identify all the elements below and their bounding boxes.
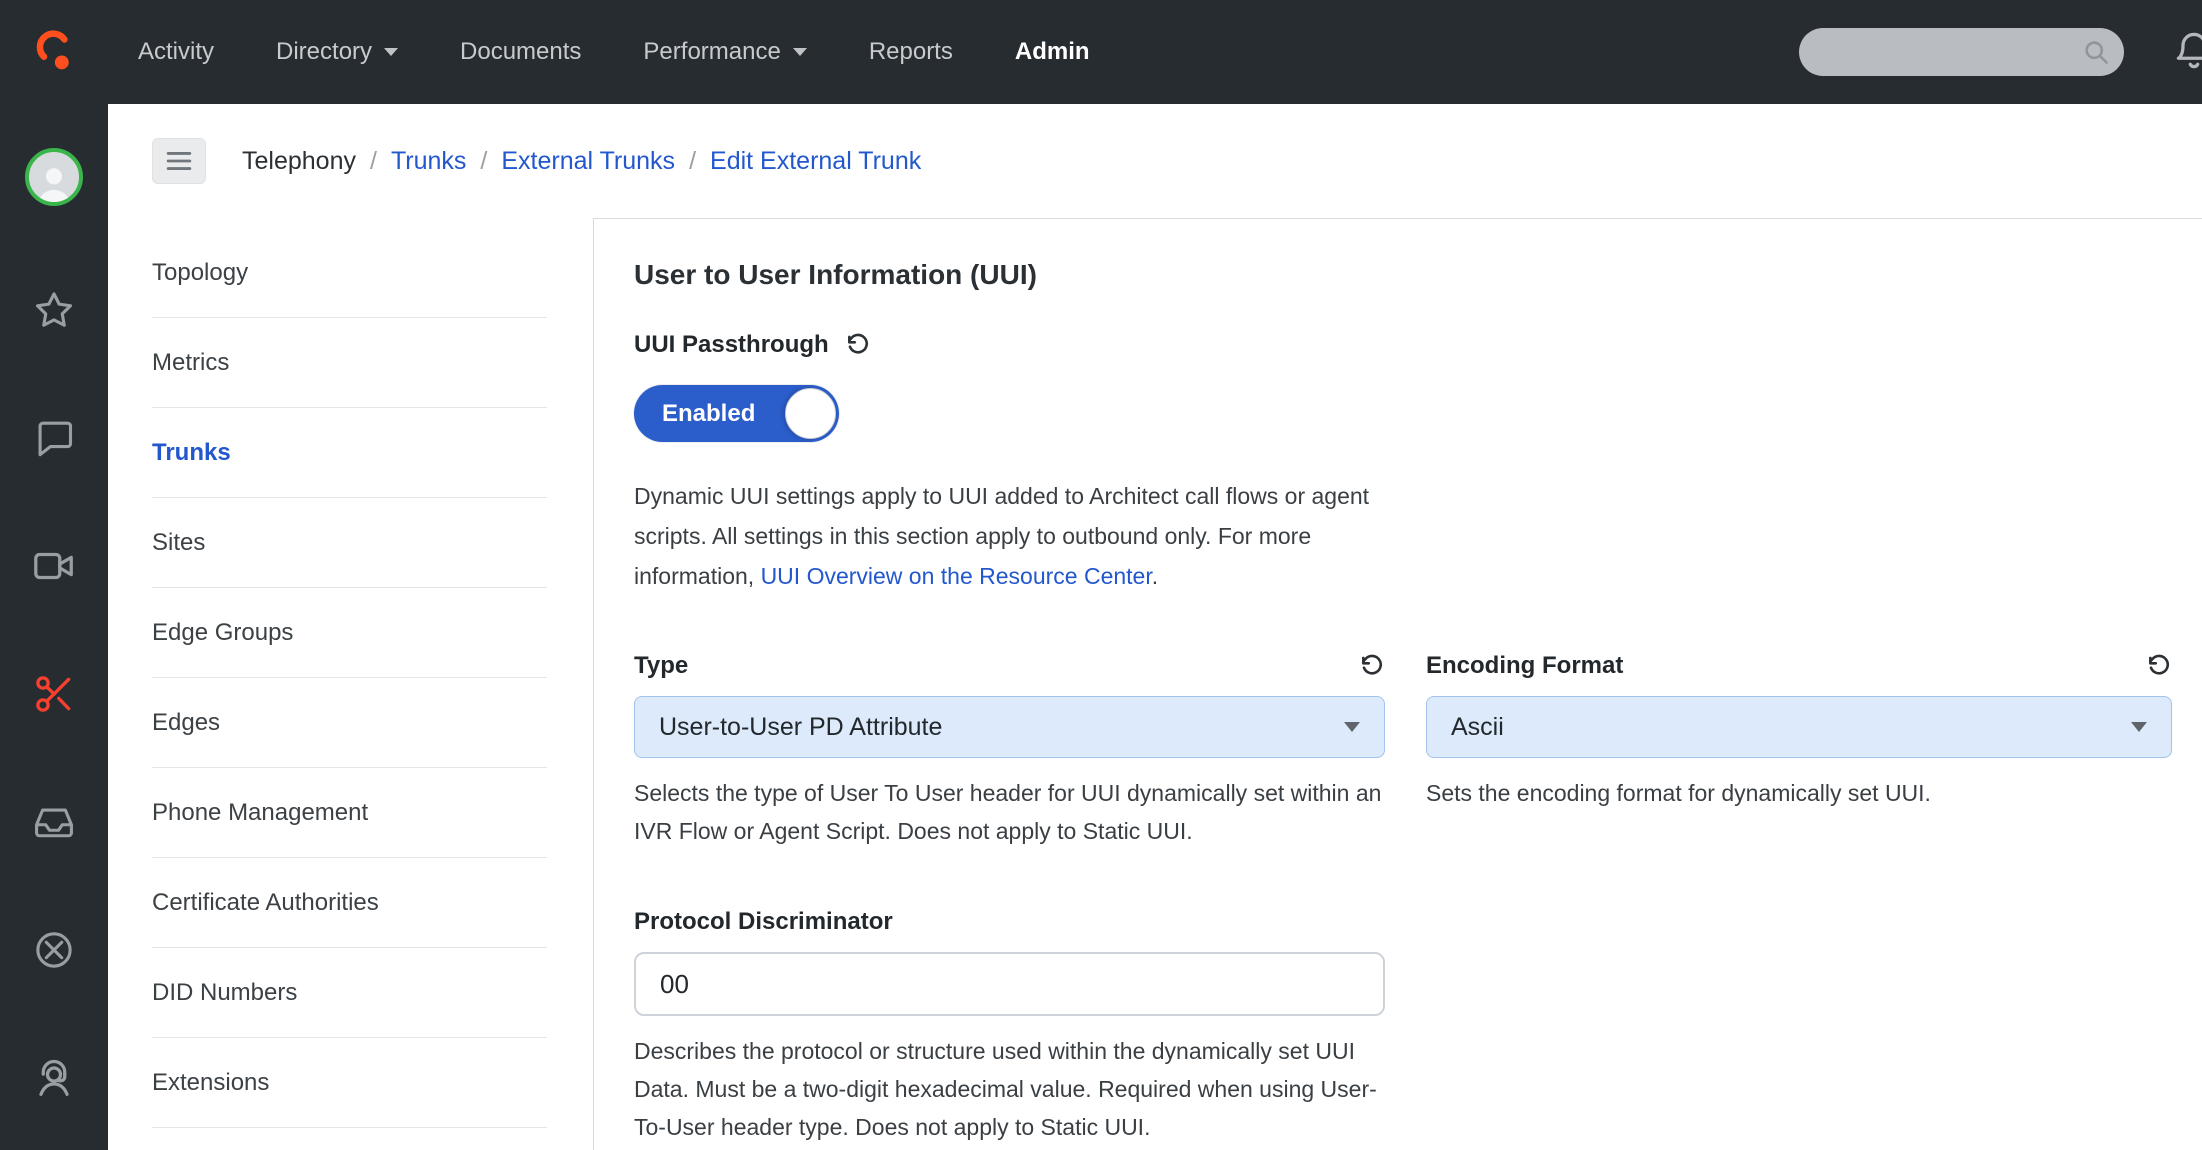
breadcrumb-item-edit-external-trunk[interactable]: Edit External Trunk bbox=[710, 147, 921, 176]
sidebar-item-certificate-authorities[interactable]: Certificate Authorities bbox=[108, 858, 593, 948]
sidebar-item-trunks[interactable]: Trunks bbox=[108, 408, 593, 498]
nav-item-reports[interactable]: Reports bbox=[869, 38, 953, 66]
breadcrumb-separator: / bbox=[689, 147, 696, 176]
toggle-state-label: Enabled bbox=[662, 385, 755, 442]
breadcrumb-separator: / bbox=[370, 147, 377, 176]
person-icon bbox=[31, 162, 77, 202]
type-label: Type bbox=[634, 652, 688, 680]
search-input[interactable] bbox=[1799, 28, 2124, 76]
global-search bbox=[1799, 28, 2124, 76]
reset-icon[interactable] bbox=[1359, 653, 1385, 679]
uui-overview-link[interactable]: UUI Overview on the Resource Center bbox=[761, 563, 1152, 589]
breadcrumb-item-trunks[interactable]: Trunks bbox=[391, 147, 466, 176]
encoding-label: Encoding Format bbox=[1426, 652, 1623, 680]
breadcrumb-item-telephony: Telephony bbox=[242, 147, 356, 176]
primary-nav: Activity Directory Documents Performance… bbox=[138, 38, 1090, 66]
nav-item-directory[interactable]: Directory bbox=[276, 38, 398, 66]
main-panel: User to User Information (UUI) UUI Passt… bbox=[594, 218, 2202, 1150]
inbox-icon[interactable] bbox=[30, 798, 78, 846]
telephony-sidebar: Topology Metrics Trunks Sites Edge Group… bbox=[108, 218, 594, 1150]
user-avatar[interactable] bbox=[25, 148, 83, 206]
top-nav-bar: Activity Directory Documents Performance… bbox=[0, 0, 2202, 104]
chat-icon[interactable] bbox=[30, 414, 78, 462]
sidebar-item-edge-groups[interactable]: Edge Groups bbox=[108, 588, 593, 678]
nav-item-admin[interactable]: Admin bbox=[1015, 38, 1090, 66]
hamburger-icon bbox=[166, 150, 192, 172]
uui-fields-row: Type User-to-User PD Attribute Selects t… bbox=[634, 652, 2172, 850]
chevron-down-icon bbox=[793, 48, 807, 56]
menu-toggle-button[interactable] bbox=[152, 138, 206, 184]
uui-passthrough-toggle[interactable]: Enabled bbox=[634, 385, 839, 442]
content-area: Topology Metrics Trunks Sites Edge Group… bbox=[108, 218, 2202, 1150]
chevron-down-icon bbox=[384, 48, 398, 56]
toggle-knob[interactable] bbox=[785, 388, 836, 439]
app-window: Activity Directory Documents Performance… bbox=[0, 0, 2202, 1150]
sidebar-item-edges[interactable]: Edges bbox=[108, 678, 593, 768]
sidebar-item-sites[interactable]: Sites bbox=[108, 498, 593, 588]
scissors-icon[interactable] bbox=[30, 670, 78, 718]
chevron-down-icon bbox=[1344, 722, 1360, 732]
encoding-help-text: Sets the encoding format for dynamically… bbox=[1426, 774, 2172, 812]
nav-item-documents[interactable]: Documents bbox=[460, 38, 581, 66]
favorites-star-icon[interactable] bbox=[30, 286, 78, 334]
breadcrumb-separator: / bbox=[480, 147, 487, 176]
sidebar-item-phone-management[interactable]: Phone Management bbox=[108, 768, 593, 858]
nav-item-activity[interactable]: Activity bbox=[138, 38, 214, 66]
nav-item-performance[interactable]: Performance bbox=[643, 38, 806, 66]
encoding-select-value: Ascii bbox=[1451, 713, 1504, 742]
protocol-discriminator-field: Protocol Discriminator Describes the pro… bbox=[634, 908, 1394, 1146]
page-title: User to User Information (UUI) bbox=[634, 259, 2172, 291]
breadcrumb: Telephony / Trunks / External Trunks / E… bbox=[242, 147, 921, 176]
encoding-select[interactable]: Ascii bbox=[1426, 696, 2172, 758]
sidebar-item-did-numbers[interactable]: DID Numbers bbox=[108, 948, 593, 1038]
reset-icon[interactable] bbox=[845, 332, 871, 358]
protocol-discriminator-label: Protocol Discriminator bbox=[634, 908, 1394, 936]
uui-passthrough-row: UUI Passthrough bbox=[634, 331, 2172, 359]
agent-headset-icon[interactable] bbox=[30, 1054, 78, 1102]
protocol-help-text: Describes the protocol or structure used… bbox=[634, 1032, 1394, 1146]
left-icon-rail bbox=[0, 104, 108, 1150]
sidebar-item-topology[interactable]: Topology bbox=[108, 228, 593, 318]
type-field: Type User-to-User PD Attribute Selects t… bbox=[634, 652, 1385, 850]
uui-description: Dynamic UUI settings apply to UUI added … bbox=[634, 476, 1382, 596]
type-select-value: User-to-User PD Attribute bbox=[659, 713, 942, 742]
sidebar-item-metrics[interactable]: Metrics bbox=[108, 318, 593, 408]
sidebar-item-extensions[interactable]: Extensions bbox=[108, 1038, 593, 1128]
uui-passthrough-label: UUI Passthrough bbox=[634, 331, 829, 359]
breadcrumb-item-external-trunks[interactable]: External Trunks bbox=[501, 147, 675, 176]
type-select[interactable]: User-to-User PD Attribute bbox=[634, 696, 1385, 758]
video-icon[interactable] bbox=[30, 542, 78, 590]
genesys-logo-icon bbox=[28, 26, 80, 78]
encoding-field: Encoding Format Ascii Sets the encoding … bbox=[1426, 652, 2172, 850]
reset-icon[interactable] bbox=[2146, 653, 2172, 679]
type-help-text: Selects the type of User To User header … bbox=[634, 774, 1385, 850]
breadcrumb-bar: Telephony / Trunks / External Trunks / E… bbox=[108, 104, 2202, 218]
help-ring-icon[interactable] bbox=[30, 926, 78, 974]
chevron-down-icon bbox=[2131, 722, 2147, 732]
brand-logo bbox=[0, 26, 108, 78]
notifications-bell-icon[interactable] bbox=[2172, 28, 2202, 77]
protocol-discriminator-input[interactable] bbox=[634, 952, 1385, 1016]
